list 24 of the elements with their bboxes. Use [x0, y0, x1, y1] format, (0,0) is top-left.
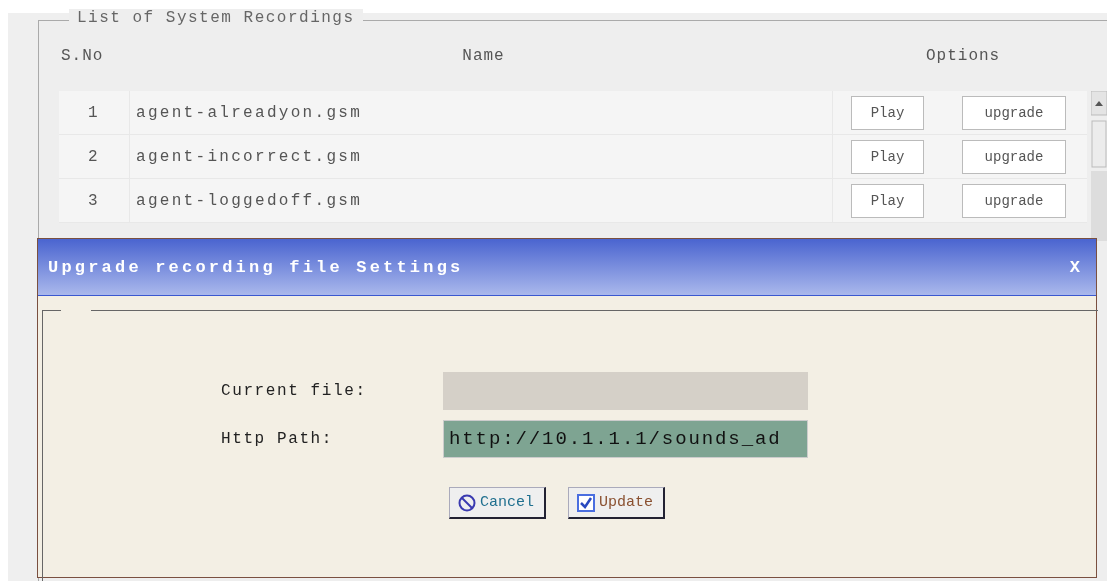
column-header: Name [461, 47, 506, 65]
column-header: Options [926, 47, 1001, 65]
checkbox-icon [577, 493, 595, 512]
field-label: Http Path: [221, 430, 334, 448]
table-cell: 2 [59, 135, 130, 178]
panel-title: List of System Recordings [69, 9, 363, 27]
upgrade-button[interactable]: upgrade [962, 95, 1066, 130]
table-cell: 1 [59, 91, 130, 134]
upgrade-button[interactable]: upgrade [962, 183, 1066, 218]
upgrade-button[interactable]: upgrade [962, 139, 1066, 174]
table-cell: 3 [59, 179, 130, 222]
update-button[interactable]: Update [568, 487, 666, 519]
play-button[interactable]: Play [851, 139, 924, 174]
field-label: Current file: [221, 382, 368, 400]
table-cell: agent-incorrect.gsm [130, 135, 833, 178]
play-button[interactable]: Play [851, 183, 924, 218]
cancel-icon [458, 493, 476, 512]
dialog-title: Upgrade recording file Settings [48, 257, 464, 277]
table-cell: agent-alreadyon.gsm [130, 91, 833, 134]
column-header: S.No [60, 47, 105, 65]
input-field[interactable]: http://10.1.1.1/sounds_ad [443, 420, 808, 458]
table-cell: agent-loggedoff.gsm [130, 179, 833, 222]
cancel-button[interactable]: Cancel [449, 487, 546, 519]
play-button[interactable]: Play [851, 95, 924, 130]
